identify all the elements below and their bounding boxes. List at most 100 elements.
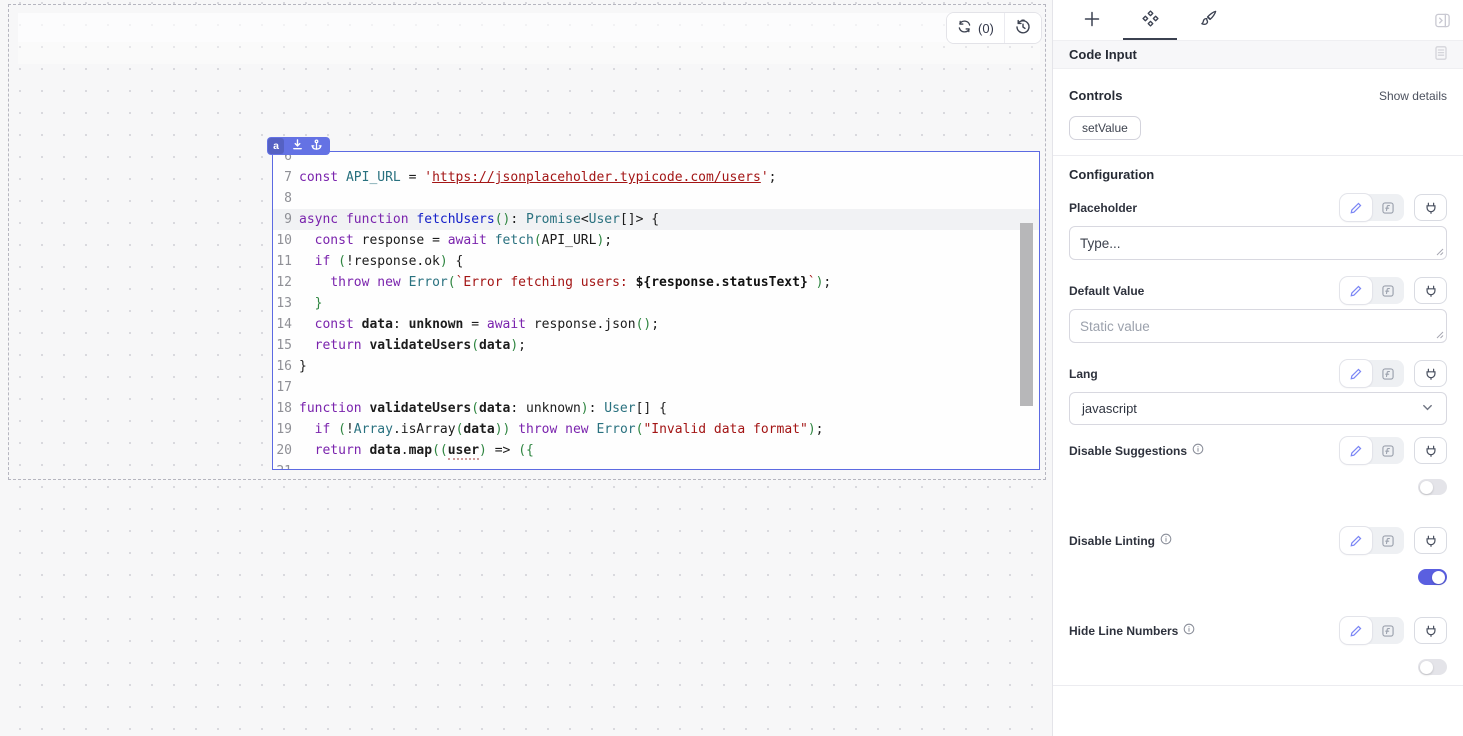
fx-mode-icon[interactable] xyxy=(1372,617,1404,644)
edit-mode-icon[interactable] xyxy=(1340,437,1372,464)
code-input-widget[interactable]: a 67const API_URL = 'https://jsonplaceho… xyxy=(272,151,1040,470)
binding-mode-segmented xyxy=(1340,527,1404,554)
disable-suggestions-toggle[interactable] xyxy=(1418,479,1447,495)
prop-label: Disable Suggestions xyxy=(1069,443,1204,458)
prop-label: Lang xyxy=(1069,367,1098,381)
property-panel: Code Input Controls Show details setValu… xyxy=(1052,0,1463,736)
section-divider xyxy=(1053,685,1463,686)
plug-binding-icon[interactable] xyxy=(1414,360,1447,387)
code-line[interactable]: 12 throw new Error(`Error fetching users… xyxy=(273,272,1039,293)
canvas[interactable]: (0) a 67const API_U xyxy=(0,0,1052,736)
refresh-icon xyxy=(957,19,972,37)
plug-binding-icon[interactable] xyxy=(1414,437,1447,464)
editor-vertical-scrollbar[interactable] xyxy=(1020,223,1033,406)
edit-mode-icon[interactable] xyxy=(1340,527,1372,554)
setvalue-control-chip[interactable]: setValue xyxy=(1069,116,1141,140)
code-line[interactable]: 19 if (!Array.isArray(data)) throw new E… xyxy=(273,419,1039,440)
controls-title: Controls xyxy=(1069,88,1122,103)
code-line[interactable]: 15 return validateUsers(data); xyxy=(273,335,1039,356)
info-icon[interactable] xyxy=(1183,623,1195,638)
code-line[interactable]: 14 const data: unknown = await response.… xyxy=(273,314,1039,335)
prop-label: Disable Linting xyxy=(1069,533,1172,548)
prop-label: Default Value xyxy=(1069,284,1144,298)
lang-select[interactable]: javascript xyxy=(1069,392,1447,425)
code-line[interactable]: 13 } xyxy=(273,293,1039,314)
code-line[interactable]: 6 xyxy=(273,152,1039,167)
line-number: 13 xyxy=(273,293,299,314)
fx-mode-icon[interactable] xyxy=(1372,360,1404,387)
plug-binding-icon[interactable] xyxy=(1414,194,1447,221)
code-editor[interactable]: 67const API_URL = 'https://jsonplacehold… xyxy=(273,152,1039,469)
code-editor-lines: 67const API_URL = 'https://jsonplacehold… xyxy=(273,152,1039,469)
code-line[interactable]: 8 xyxy=(273,188,1039,209)
show-details-link[interactable]: Show details xyxy=(1379,89,1447,103)
edit-mode-icon[interactable] xyxy=(1340,277,1372,304)
code-line[interactable]: 16} xyxy=(273,356,1039,377)
docs-icon[interactable] xyxy=(1433,45,1449,64)
canvas-action-bar: (0) xyxy=(946,12,1042,44)
canvas-drop-zone xyxy=(18,13,1040,42)
line-number: 21 xyxy=(273,461,299,469)
plug-binding-icon[interactable] xyxy=(1414,277,1447,304)
configuration-title: Configuration xyxy=(1069,167,1447,182)
canvas-drop-zone-secondary xyxy=(18,42,1040,64)
line-number: 18 xyxy=(273,398,299,419)
code-line[interactable]: 9async function fetchUsers(): Promise<Us… xyxy=(273,209,1039,230)
hide-line-numbers-toggle[interactable] xyxy=(1418,659,1447,675)
plug-binding-icon[interactable] xyxy=(1414,617,1447,644)
fx-mode-icon[interactable] xyxy=(1372,277,1404,304)
placeholder-input[interactable]: Type... xyxy=(1069,226,1447,260)
tab-components[interactable] xyxy=(1121,0,1179,40)
fx-mode-icon[interactable] xyxy=(1372,437,1404,464)
lang-select-value: javascript xyxy=(1082,401,1137,416)
prop-row-default-value: Default Value xyxy=(1069,277,1447,348)
binding-mode-segmented xyxy=(1340,277,1404,304)
fit-height-icon[interactable] xyxy=(292,137,303,155)
info-icon[interactable] xyxy=(1160,533,1172,548)
line-number: 12 xyxy=(273,272,299,293)
binding-mode-segmented xyxy=(1340,617,1404,644)
binding-mode-segmented xyxy=(1340,194,1404,221)
panel-header: Code Input xyxy=(1053,41,1463,69)
prop-row-hide-line-numbers: Hide Line Numbers xyxy=(1069,617,1447,675)
edit-mode-icon[interactable] xyxy=(1340,194,1372,221)
line-number: 14 xyxy=(273,314,299,335)
code-line[interactable]: 20 return data.map((user) => ({ xyxy=(273,440,1039,461)
anchor-icon[interactable] xyxy=(311,137,322,155)
plug-binding-icon[interactable] xyxy=(1414,527,1447,554)
code-line[interactable]: 17 xyxy=(273,377,1039,398)
widget-toolbar: a xyxy=(267,137,330,155)
widget-type-title: Code Input xyxy=(1069,47,1137,62)
line-number: 9 xyxy=(273,209,299,230)
prop-row-placeholder: Placeholder Type... xyxy=(1069,194,1447,265)
line-number: 10 xyxy=(273,230,299,251)
binding-mode-segmented xyxy=(1340,437,1404,464)
edit-mode-icon[interactable] xyxy=(1340,617,1372,644)
edit-mode-icon[interactable] xyxy=(1340,360,1372,387)
default-value-input[interactable] xyxy=(1069,309,1447,343)
code-line[interactable]: 10 const response = await fetch(API_URL)… xyxy=(273,230,1039,251)
fx-mode-icon[interactable] xyxy=(1372,527,1404,554)
disable-linting-toggle[interactable] xyxy=(1418,569,1447,585)
code-line[interactable]: 7const API_URL = 'https://jsonplaceholde… xyxy=(273,167,1039,188)
binding-mode-segmented xyxy=(1340,360,1404,387)
widget-name-badge[interactable]: a xyxy=(268,138,284,154)
section-divider xyxy=(1053,155,1463,156)
info-icon[interactable] xyxy=(1192,443,1204,458)
refresh-queries-button[interactable]: (0) xyxy=(947,13,1004,43)
fx-mode-icon[interactable] xyxy=(1372,194,1404,221)
tab-style[interactable] xyxy=(1179,0,1237,40)
line-number: 20 xyxy=(273,440,299,461)
code-line[interactable]: 18function validateUsers(data: unknown):… xyxy=(273,398,1039,419)
history-button[interactable] xyxy=(1004,13,1041,43)
tab-add[interactable] xyxy=(1063,0,1121,40)
code-line[interactable]: 21 xyxy=(273,461,1039,469)
prop-label: Hide Line Numbers xyxy=(1069,623,1195,638)
code-line[interactable]: 11 if (!response.ok) { xyxy=(273,251,1039,272)
line-number: 7 xyxy=(273,167,299,188)
collapse-panel-icon[interactable] xyxy=(1434,12,1451,32)
line-number: 15 xyxy=(273,335,299,356)
refresh-count: (0) xyxy=(978,21,994,36)
prop-row-disable-suggestions: Disable Suggestions xyxy=(1069,437,1447,527)
line-number: 17 xyxy=(273,377,299,398)
